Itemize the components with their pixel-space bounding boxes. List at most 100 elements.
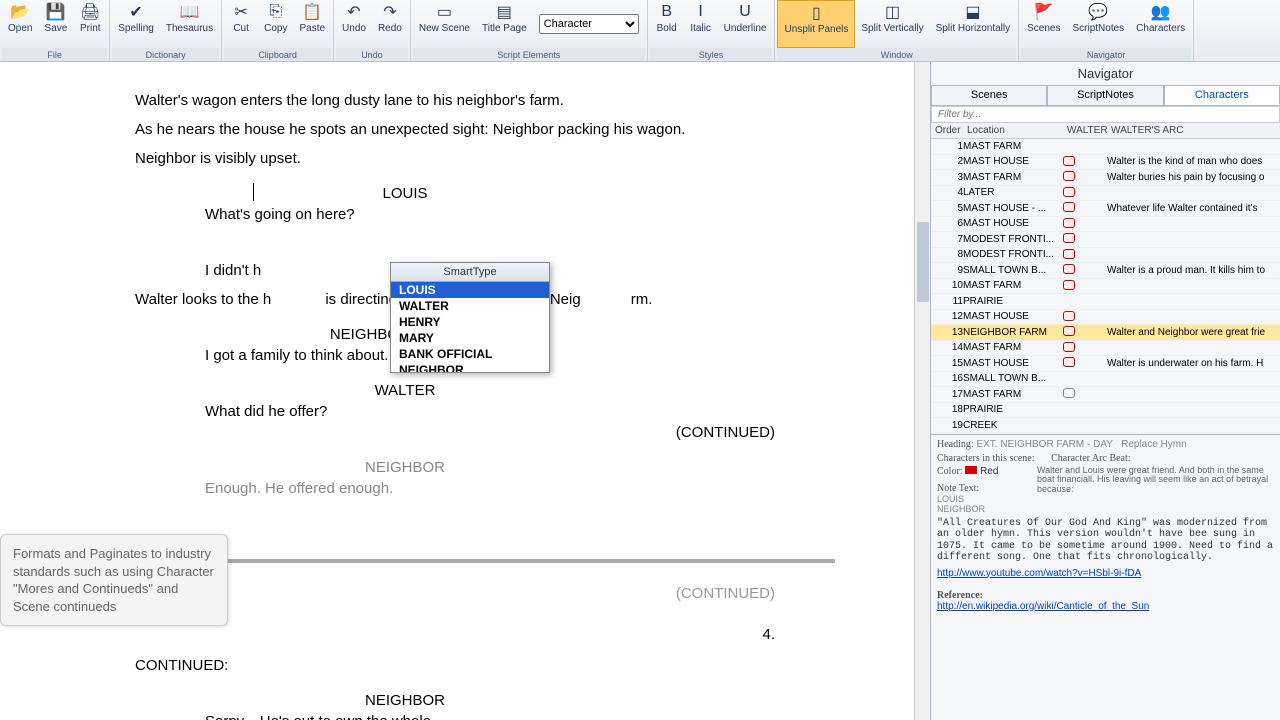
smarttype-list[interactable]: LOUISWALTERHENRYMARYBANK OFFICIALNEIGHBO… xyxy=(391,282,549,372)
open-button[interactable]: 📂Open xyxy=(2,0,38,48)
character-name[interactable]: WALTER xyxy=(255,380,555,401)
scene-row[interactable]: 1MAST FARM xyxy=(931,139,1280,155)
document-area: Walter's wagon enters the long dusty lan… xyxy=(0,62,930,720)
dialogue-text[interactable]: What did he offer? xyxy=(205,401,585,422)
character-name[interactable]: NEIGHBOR xyxy=(255,690,555,711)
thesaurus-button[interactable]: 📖Thesaurus xyxy=(160,0,219,48)
scene-row[interactable]: 18PRAIRIE xyxy=(931,403,1280,419)
ribbon-label: Thesaurus xyxy=(166,23,213,34)
link-youtube[interactable]: http://www.youtube.com/watch?v=HSbl-9i-f… xyxy=(937,568,1141,579)
dialogue-text[interactable]: Sarpy... He's out to own the whole xyxy=(205,711,585,720)
col-location[interactable]: Location xyxy=(963,123,1063,138)
split-v-icon: ◫ xyxy=(882,2,904,22)
print-button[interactable]: 🖨Print xyxy=(73,0,107,48)
scene-row[interactable]: 9SMALL TOWN B...Walter is a proud man. I… xyxy=(931,263,1280,279)
italic-button[interactable]: IItalic xyxy=(684,0,718,48)
paste-icon: 📋 xyxy=(301,2,323,22)
smarttype-item[interactable]: HENRY xyxy=(391,314,549,330)
scene-row[interactable]: 11PRAIRIE xyxy=(931,294,1280,310)
smarttype-item[interactable]: MARY xyxy=(391,330,549,346)
action-text[interactable]: Walter's wagon enters the long dusty lan… xyxy=(135,90,795,111)
tab-scriptnotes[interactable]: ScriptNotes xyxy=(1047,85,1163,105)
col-walter[interactable]: WALTER xyxy=(1063,123,1107,138)
spelling-button[interactable]: ✔Spelling xyxy=(112,0,160,48)
copy-button[interactable]: ⎘Copy xyxy=(258,0,293,48)
link-wikipedia[interactable]: http://en.wikipedia.org/wiki/Canticle_of… xyxy=(937,601,1149,612)
dialogue-text[interactable]: What's going on here? xyxy=(205,204,585,225)
new-scene-icon: ▭ xyxy=(433,2,455,22)
character-name[interactable] xyxy=(255,239,555,260)
bold-button[interactable]: BBold xyxy=(650,0,684,48)
scene-row[interactable]: 3MAST FARMWalter buries his pain by focu… xyxy=(931,170,1280,186)
smarttype-item[interactable]: WALTER xyxy=(391,298,549,314)
paste-button[interactable]: 📋Paste xyxy=(293,0,331,48)
scene-row[interactable]: 2MAST HOUSEWalter is the kind of man who… xyxy=(931,155,1280,171)
action-text[interactable]: Neighbor is visibly upset. xyxy=(135,148,795,169)
new-scene-button[interactable]: ▭New Scene xyxy=(413,0,476,48)
ribbon-label: Scenes xyxy=(1027,23,1060,34)
note-text[interactable]: "All Creatures Of Our God And King" was … xyxy=(937,518,1274,564)
ribbon-label: Paste xyxy=(299,23,325,34)
title-page-button[interactable]: ▤Title Page xyxy=(476,0,533,48)
tab-characters[interactable]: Characters xyxy=(1164,85,1280,105)
ribbon-group-label: Undo xyxy=(336,48,408,61)
scene-row[interactable]: 5MAST HOUSE - ...Whatever life Walter co… xyxy=(931,201,1280,217)
scene-row[interactable]: 19CREEK xyxy=(931,418,1280,434)
ribbon-label: Bold xyxy=(657,23,677,34)
walter-marker-icon xyxy=(1063,311,1075,321)
scene-row[interactable]: 4LATER xyxy=(931,186,1280,202)
walter-marker-icon xyxy=(1063,326,1075,336)
characters-button[interactable]: 👥Characters xyxy=(1130,0,1191,48)
ribbon-label: Undo xyxy=(342,23,366,34)
scenes-button[interactable]: 🚩Scenes xyxy=(1021,0,1066,48)
heading-value: EXT. NEIGHBOR FARM - DAY xyxy=(976,439,1112,450)
scene-row[interactable]: 16SMALL TOWN B... xyxy=(931,372,1280,388)
action-text[interactable]: As he nears the house he spots an unexpe… xyxy=(135,119,795,140)
italic-icon: I xyxy=(690,2,712,22)
character-name[interactable]: NEIGHBOR xyxy=(255,457,555,478)
smarttype-item[interactable]: LOUIS xyxy=(391,282,549,298)
scene-row[interactable]: 10MAST FARM xyxy=(931,279,1280,295)
scriptnotes-icon: 💬 xyxy=(1087,2,1109,22)
smarttype-popup: SmartType LOUISWALTERHENRYMARYBANK OFFIC… xyxy=(390,262,550,373)
split-h-button[interactable]: ⬓Split Horizontally xyxy=(930,0,1016,48)
undo-button[interactable]: ↶Undo xyxy=(336,0,372,48)
scene-row[interactable]: 15MAST HOUSEWalter is underwater on his … xyxy=(931,356,1280,372)
smarttype-item[interactable]: BANK OFFICIAL xyxy=(391,346,549,362)
dialogue-text[interactable]: Enough. He offered enough. xyxy=(205,478,585,499)
ribbon-label: Cut xyxy=(233,23,249,34)
scene-chars: LOUIS NEIGHBOR xyxy=(937,494,1027,514)
scroll-thumb[interactable] xyxy=(917,222,929,302)
element-type-select[interactable]: Character xyxy=(539,14,639,34)
navigator-panel: Navigator ScenesScriptNotesCharacters Or… xyxy=(930,62,1280,720)
smarttype-item[interactable]: NEIGHBOR xyxy=(391,362,549,372)
scene-row[interactable]: 14MAST FARM xyxy=(931,341,1280,357)
underline-button[interactable]: UUnderline xyxy=(718,0,773,48)
redo-button[interactable]: ↷Redo xyxy=(372,0,408,48)
navigator-filter-input[interactable] xyxy=(931,106,1280,123)
scriptnotes-button[interactable]: 💬ScriptNotes xyxy=(1066,0,1130,48)
ribbon-label: Split Vertically xyxy=(861,23,923,34)
unsplit-button[interactable]: ▯Unsplit Panels xyxy=(777,0,855,48)
scene-row[interactable]: 13NEIGHBOR FARMWalter and Neighbor were … xyxy=(931,325,1280,341)
walter-marker-icon xyxy=(1063,218,1075,228)
tab-scenes[interactable]: Scenes xyxy=(931,85,1047,105)
character-name[interactable]: LOUIS xyxy=(255,183,555,204)
open-icon: 📂 xyxy=(9,2,31,22)
scene-row[interactable]: 12MAST HOUSE xyxy=(931,310,1280,326)
col-arc[interactable]: WALTER'S ARC xyxy=(1107,123,1280,138)
col-order[interactable]: Order xyxy=(931,123,963,138)
scene-row[interactable]: 17MAST FARM xyxy=(931,387,1280,403)
split-v-button[interactable]: ◫Split Vertically xyxy=(855,0,929,48)
vertical-scrollbar[interactable] xyxy=(914,62,930,720)
scene-row[interactable]: 8MODEST FRONTI... xyxy=(931,248,1280,264)
save-button[interactable]: 💾Save xyxy=(38,0,73,48)
navigator-title: Navigator xyxy=(931,62,1280,85)
cut-button[interactable]: ✂Cut xyxy=(224,0,258,48)
scene-row[interactable]: 6MAST HOUSE xyxy=(931,217,1280,233)
navigator-detail: Heading: EXT. NEIGHBOR FARM - DAY Replac… xyxy=(931,434,1280,720)
walter-marker-icon xyxy=(1063,156,1075,166)
bold-icon: B xyxy=(656,2,678,22)
walter-marker-icon xyxy=(1063,233,1075,243)
scene-row[interactable]: 7MODEST FRONTI... xyxy=(931,232,1280,248)
